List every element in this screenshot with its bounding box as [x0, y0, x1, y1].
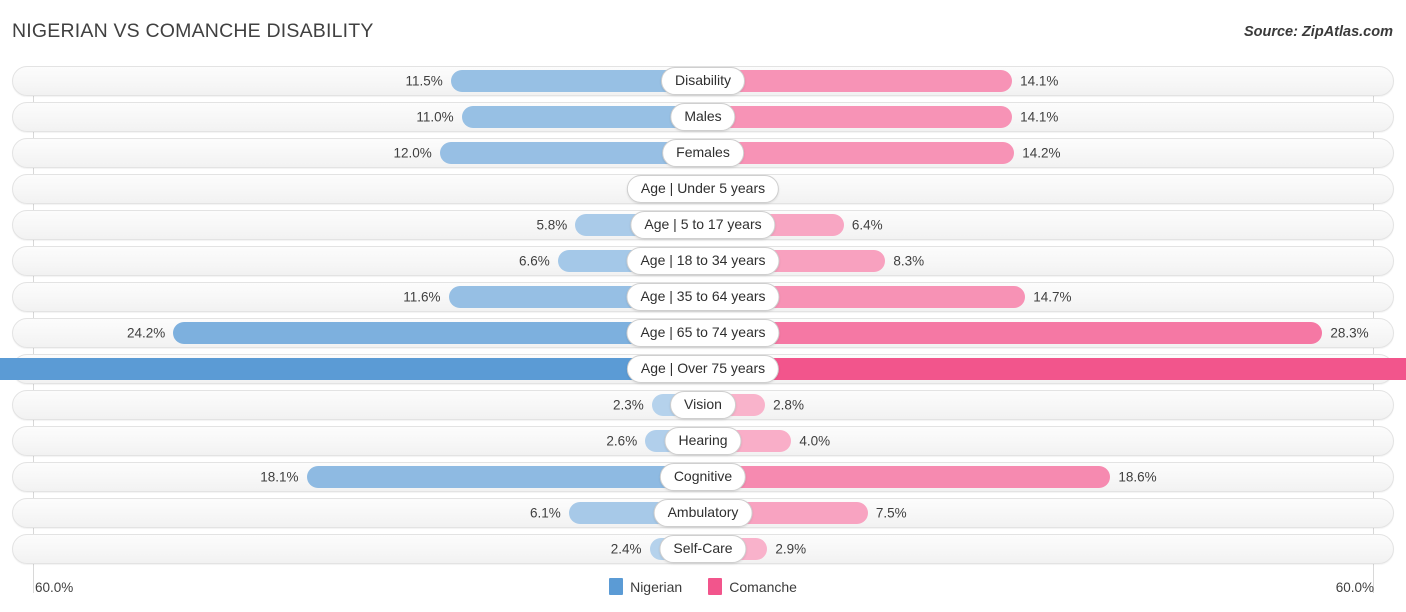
bar-nigerian[interactable]	[0, 358, 702, 380]
value-label-nigerian: 6.6%	[519, 253, 550, 269]
value-label-comanche: 14.2%	[1022, 145, 1061, 161]
category-label: Vision	[670, 391, 736, 419]
value-label-nigerian: 11.6%	[403, 289, 441, 305]
table-row[interactable]: 18.1% 18.6% Cognitive	[12, 462, 1394, 492]
bar-comanche[interactable]	[704, 70, 1013, 92]
value-label-nigerian: 2.6%	[606, 433, 638, 449]
value-label-nigerian: 5.8%	[536, 217, 568, 233]
category-label: Age | 65 to 74 years	[626, 319, 780, 347]
value-label-nigerian: 11.5%	[405, 73, 443, 89]
bar-comanche[interactable]	[704, 322, 1323, 344]
table-row[interactable]: 24.2% 28.3% Age | 65 to 74 years	[12, 318, 1394, 348]
table-row[interactable]: 2.4% 2.9% Self-Care	[12, 534, 1394, 564]
bar-nigerian[interactable]	[173, 322, 702, 344]
bar-nigerian[interactable]	[461, 106, 702, 128]
value-label-comanche: 14.1%	[1020, 109, 1059, 125]
legend-swatch-icon	[609, 578, 624, 595]
table-row[interactable]: 11.5% 14.1% Disability	[12, 66, 1394, 96]
value-label-comanche: 4.0%	[799, 433, 831, 449]
category-label: Age | 18 to 34 years	[626, 247, 780, 275]
table-row[interactable]: 6.6% 8.3% Age | 18 to 34 years	[12, 246, 1394, 276]
page-title: NIGERIAN VS COMANCHE DISABILITY	[12, 20, 374, 42]
legend-swatch-icon	[708, 578, 723, 595]
value-label-comanche: 18.6%	[1118, 469, 1157, 485]
value-label-nigerian: 12.0%	[393, 145, 432, 161]
chart-root: NIGERIAN VS COMANCHE DISABILITY Source: …	[0, 0, 1406, 612]
bar-comanche[interactable]	[704, 142, 1015, 164]
category-label: Cognitive	[659, 463, 747, 491]
bar-rows: 11.5% 14.1% Disability 11.0% 14.1% Males 12.0%…	[0, 66, 1406, 569]
value-label-comanche: 6.4%	[851, 217, 883, 233]
source-attribution: Source: ZipAtlas.com	[1243, 24, 1393, 40]
legend-item[interactable]: Comanche	[708, 578, 797, 595]
legend-label: Comanche	[729, 578, 797, 595]
category-label: Age | Under 5 years	[626, 175, 780, 203]
plot-area: 11.5% 14.1% Disability 11.0% 14.1% Males 12.0%…	[0, 66, 1406, 593]
value-label-comanche: 14.7%	[1033, 289, 1072, 305]
table-row[interactable]: 6.1% 7.5% Ambulatory	[12, 498, 1394, 528]
bar-comanche[interactable]	[704, 466, 1111, 488]
value-label-nigerian: 2.3%	[612, 397, 644, 413]
category-label: Males	[670, 103, 736, 131]
value-label-nigerian: 18.1%	[260, 469, 299, 485]
legend-label: Nigerian	[630, 578, 683, 595]
table-row[interactable]: 11.6% 14.7% Age | 35 to 64 years	[12, 282, 1394, 312]
table-row[interactable]: 5.8% 6.4% Age | 5 to 17 years	[12, 210, 1394, 240]
chart-legend: Nigerian Comanche	[0, 578, 1406, 595]
category-label: Age | Over 75 years	[626, 355, 780, 383]
category-label: Age | 5 to 17 years	[630, 211, 776, 239]
value-label-comanche: 14.1%	[1020, 73, 1059, 89]
category-label: Females	[662, 139, 744, 167]
bar-nigerian[interactable]	[306, 466, 702, 488]
value-label-nigerian: 24.2%	[126, 325, 166, 341]
bar-comanche[interactable]	[704, 358, 1406, 380]
table-row[interactable]: 1.3%1.2%Age | Under 5 years	[12, 174, 1394, 204]
bar-comanche[interactable]	[704, 106, 1013, 128]
value-label-comanche: 28.3%	[1330, 325, 1369, 341]
table-row[interactable]: 12.0% 14.2% Females	[12, 138, 1394, 168]
legend-item[interactable]: Nigerian	[609, 578, 682, 595]
value-label-nigerian: 6.1%	[529, 505, 561, 521]
value-label-comanche: 8.3%	[893, 253, 925, 269]
category-label: Disability	[660, 67, 746, 95]
value-label-nigerian: 2.4%	[610, 541, 642, 557]
category-label: Ambulatory	[653, 499, 753, 527]
table-row[interactable]: 11.0% 14.1% Males	[12, 102, 1394, 132]
table-row[interactable]: 2.3% 2.8% Vision	[12, 390, 1394, 420]
value-label-comanche: 2.9%	[775, 541, 807, 557]
value-label-comanche: 7.5%	[875, 505, 907, 521]
category-label: Age | 35 to 64 years	[626, 283, 780, 311]
value-label-nigerian: 11.0%	[416, 109, 454, 125]
category-label: Self-Care	[659, 535, 747, 563]
table-row[interactable]: 2.6% 4.0% Hearing	[12, 426, 1394, 456]
category-label: Hearing	[664, 427, 742, 455]
table-row[interactable]: 47.7%51.7%Age | Over 75 years	[0, 354, 1406, 384]
value-label-comanche: 2.8%	[773, 397, 804, 413]
